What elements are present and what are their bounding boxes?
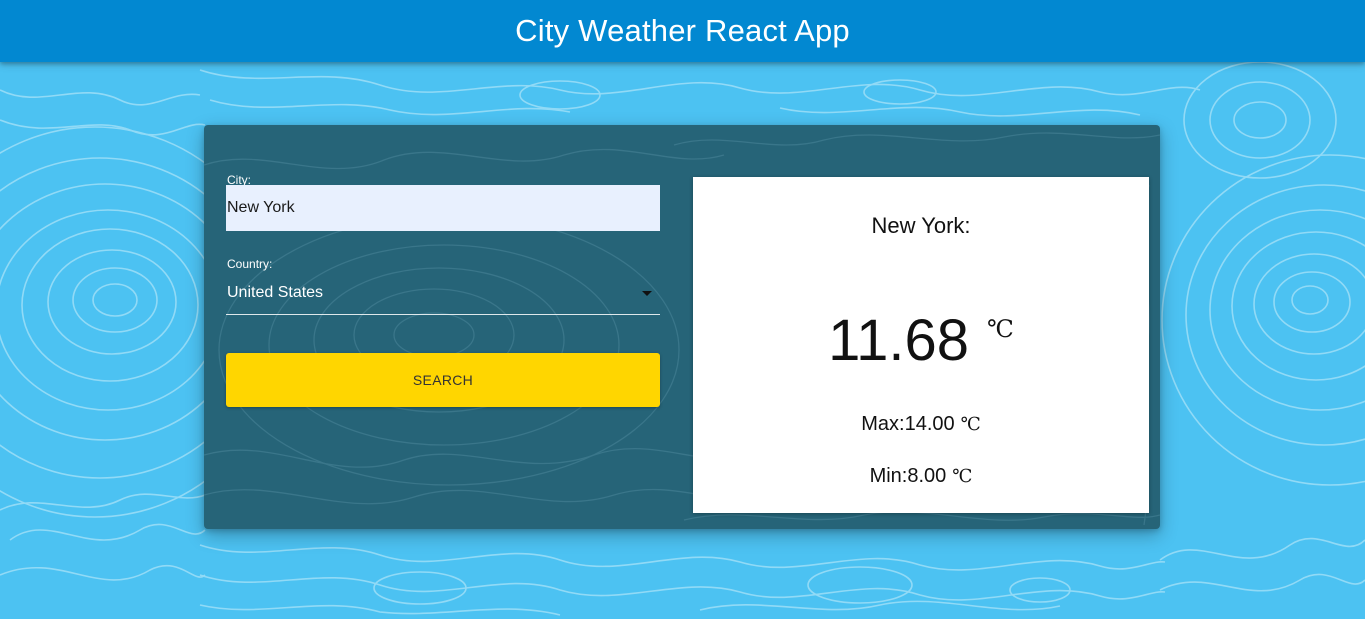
weather-search-panel: City: Country: United States SEARCH New … (204, 125, 1160, 529)
search-button[interactable]: SEARCH (226, 353, 660, 407)
country-select-value: United States (227, 284, 324, 301)
country-select[interactable]: United States (226, 275, 660, 315)
weather-city-heading: New York: (871, 213, 971, 238)
city-input[interactable] (226, 185, 660, 231)
max-temperature-unit: ℃ (960, 414, 981, 435)
temperature-unit: ℃ (986, 315, 1014, 343)
min-temperature-unit: ℃ (952, 466, 973, 487)
weather-result-card: New York: 11.68 ℃ Max:14.00 ℃ Min:8.00 ℃ (693, 177, 1149, 513)
min-temperature-value: Min:8.00 (869, 465, 947, 487)
min-temperature: Min:8.00 ℃ (693, 465, 1149, 488)
country-label: Country: (227, 257, 273, 271)
max-temperature-value: Max:14.00 (861, 413, 955, 435)
app-title: City Weather React App (515, 13, 850, 48)
caret-down-icon (642, 291, 652, 296)
max-temperature: Max:14.00 ℃ (693, 413, 1149, 436)
temperature-display: 11.68 ℃ (693, 307, 1149, 374)
current-temperature: 11.68 (828, 308, 969, 373)
app-bar: City Weather React App (0, 0, 1365, 62)
